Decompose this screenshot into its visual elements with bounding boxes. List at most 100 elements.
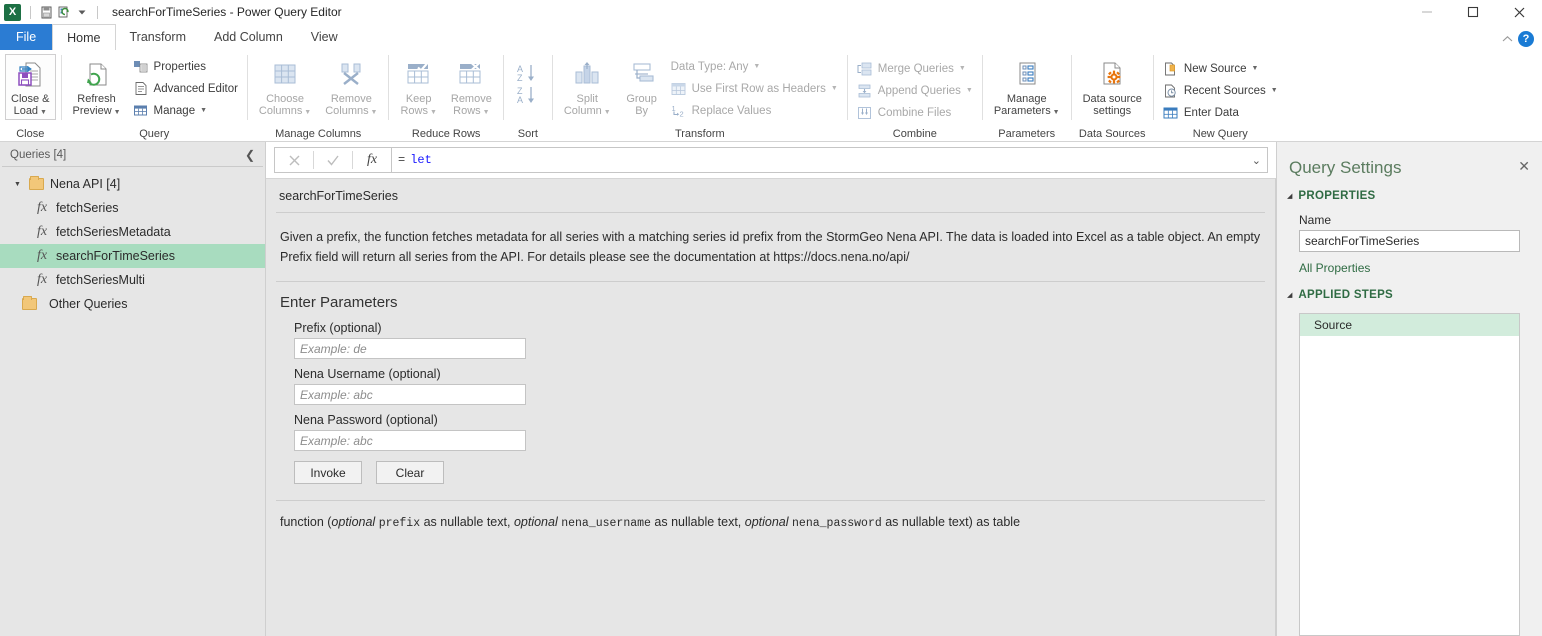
data-type-button[interactable]: Data Type: Any ▼ [667, 56, 842, 77]
append-queries-button[interactable]: Append Queries ▼ [853, 80, 977, 101]
remove-columns-button[interactable]: Remove Columns ▼ [319, 54, 383, 120]
new-source-button[interactable]: New Source ▼ [1159, 58, 1282, 79]
nena-username-field-group: Nena Username (optional) [294, 367, 1275, 405]
close-and-load-button[interactable]: Close & Load ▼ [5, 54, 56, 120]
chevron-up-icon[interactable] [1498, 30, 1516, 48]
enter-parameters-heading: Enter Parameters [280, 294, 398, 311]
sidebar-item-fetchseriesmulti[interactable]: fx fetchSeriesMulti [0, 268, 265, 292]
triangle-expanded-icon[interactable]: ◢ [1287, 291, 1292, 299]
refresh-preview-button[interactable]: Refresh Preview ▼ [67, 54, 127, 120]
sidebar-item-searchfortimeseries[interactable]: fx searchForTimeSeries [0, 244, 265, 268]
chevron-down-icon[interactable]: ▼ [369, 109, 378, 116]
ribbon-group-label-transform: Transform [674, 127, 725, 140]
ribbon-group-sort: A Z Z A Sort [504, 50, 552, 142]
keep-rows-button[interactable]: Keep Rows ▼ [394, 54, 442, 120]
chevron-down-icon[interactable]: ▼ [966, 87, 973, 94]
all-properties-link[interactable]: All Properties [1277, 252, 1542, 287]
ribbon-group-data-sources: Data source settings Data Sources [1072, 50, 1153, 142]
ribbon-group-label-parameters: Parameters [998, 127, 1056, 140]
chevron-down-icon[interactable]: ▼ [959, 65, 966, 72]
sidebar-item-fetchseriesmetadata[interactable]: fx fetchSeriesMetadata [0, 220, 265, 244]
function-icon: fx [36, 224, 48, 239]
recent-sources-button[interactable]: Recent Sources ▼ [1159, 80, 1282, 101]
properties-section-header[interactable]: ◢ PROPERTIES [1277, 188, 1542, 206]
cancel-icon[interactable] [275, 148, 313, 172]
applied-step-source[interactable]: Source [1300, 314, 1519, 336]
chevron-down-icon[interactable]: ▼ [1051, 109, 1060, 116]
customize-quick-access-toolbar-icon[interactable] [73, 3, 91, 21]
save-icon[interactable] [37, 3, 55, 21]
invoke-button[interactable]: Invoke [294, 461, 362, 484]
tab-file[interactable]: File [0, 24, 53, 50]
chevron-down-icon[interactable]: ▼ [753, 63, 760, 70]
ribbon-group-label-new-query: New Query [1192, 127, 1248, 140]
chevron-down-icon[interactable]: ▼ [1252, 65, 1259, 72]
tab-home[interactable]: Home [52, 24, 116, 50]
manage-parameters-button[interactable]: Manage Parameters ▼ [988, 54, 1066, 120]
queries-group-other-queries[interactable]: Other Queries [0, 292, 265, 316]
quick-access-toolbar: X [0, 0, 104, 24]
signature-param-name-2: nena_username [561, 517, 651, 530]
queries-pane-header: Queries [4] ❮ [2, 148, 263, 167]
properties-button[interactable]: Properties [129, 56, 242, 77]
replace-values-icon: 12 [671, 103, 687, 119]
data-source-settings-label-line1: Data source [1082, 93, 1142, 105]
chevron-down-icon[interactable]: ▼ [112, 109, 121, 116]
remove-columns-label-line1: Remove [330, 93, 372, 105]
collapse-pane-icon[interactable]: ❮ [245, 148, 255, 162]
combine-files-button[interactable]: Combine Files [853, 102, 977, 123]
merge-queries-button[interactable]: Merge Queries ▼ [853, 58, 977, 79]
chevron-down-icon[interactable]: ▼ [481, 109, 490, 116]
accept-icon[interactable] [314, 148, 352, 172]
chevron-down-icon[interactable]: ▼ [831, 85, 838, 92]
tab-transform[interactable]: Transform [116, 24, 201, 50]
chevron-down-icon[interactable]: ⌄ [1252, 154, 1261, 167]
help-icon[interactable]: ? [1518, 31, 1534, 47]
fx-icon[interactable]: fx [353, 148, 391, 172]
queries-group-nena-api[interactable]: ▼ Nena API [4] [0, 172, 265, 196]
applied-steps-section-header[interactable]: ◢ APPLIED STEPS [1277, 287, 1542, 305]
append-queries-icon [857, 83, 873, 99]
chevron-down-icon[interactable]: ▼ [602, 109, 611, 116]
maximize-icon[interactable] [1450, 0, 1496, 24]
use-first-row-as-headers-button[interactable]: Use First Row as Headers ▼ [667, 78, 842, 99]
chevron-down-icon[interactable]: ▼ [1271, 87, 1278, 94]
data-source-settings-button[interactable]: Data source settings [1077, 54, 1148, 118]
group-by-button[interactable]: Group By [619, 54, 665, 118]
svg-text:Z: Z [517, 73, 523, 83]
merge-queries-label: Merge Queries [877, 62, 954, 75]
clear-button[interactable]: Clear [376, 461, 444, 484]
query-settings-header: Query Settings ✕ [1277, 142, 1542, 188]
close-icon[interactable] [1496, 0, 1542, 24]
enter-data-button[interactable]: Enter Data [1159, 102, 1282, 123]
main-content: fx = let ⌄ searchForTimeSeries Given a p… [266, 142, 1276, 636]
advanced-editor-button[interactable]: Advanced Editor [129, 78, 242, 99]
manage-button[interactable]: Manage ▼ [129, 100, 242, 121]
prefix-input[interactable] [294, 338, 526, 359]
formula-input[interactable]: = let ⌄ [392, 147, 1268, 173]
ribbon-group-label-reduce-rows: Reduce Rows [411, 127, 481, 140]
svg-text:2: 2 [679, 109, 683, 118]
ribbon-group-close: Close & Load ▼ Close [0, 50, 61, 142]
nena-password-input[interactable] [294, 430, 526, 451]
nena-username-input[interactable] [294, 384, 526, 405]
refresh-icon[interactable] [55, 3, 73, 21]
triangle-expanded-icon[interactable]: ▼ [14, 181, 23, 188]
replace-values-label: Replace Values [691, 104, 772, 117]
replace-values-button[interactable]: 12 Replace Values [667, 100, 842, 121]
chevron-down-icon[interactable]: ▼ [428, 109, 437, 116]
split-column-button[interactable]: Split Column ▼ [558, 54, 617, 120]
minimize-icon[interactable] [1404, 0, 1450, 24]
remove-rows-button[interactable]: Remove Rows ▼ [445, 54, 498, 120]
chevron-down-icon[interactable]: ▼ [200, 107, 207, 114]
chevron-down-icon[interactable]: ▼ [302, 109, 311, 116]
tab-view[interactable]: View [297, 24, 352, 50]
sort-buttons[interactable]: A Z Z A [509, 58, 547, 107]
triangle-expanded-icon[interactable]: ◢ [1287, 192, 1292, 200]
query-name-input[interactable]: searchForTimeSeries [1299, 230, 1520, 252]
choose-columns-button[interactable]: Choose Columns ▼ [253, 54, 317, 120]
close-icon[interactable]: ✕ [1518, 158, 1530, 174]
sidebar-item-fetchseries[interactable]: fx fetchSeries [0, 196, 265, 220]
chevron-down-icon[interactable]: ▼ [38, 109, 47, 116]
tab-add-column[interactable]: Add Column [200, 24, 297, 50]
